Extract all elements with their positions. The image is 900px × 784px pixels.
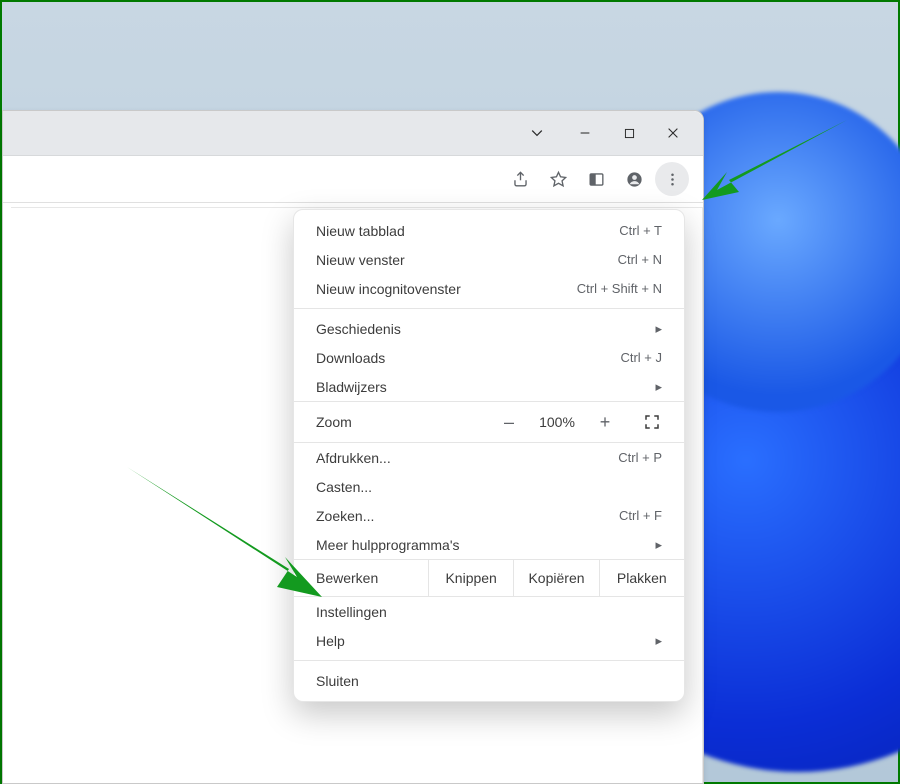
zoom-value: 100% xyxy=(532,414,582,430)
menu-item-shortcut: Ctrl + P xyxy=(618,450,662,465)
menu-item-shortcut: Ctrl + F xyxy=(619,508,662,523)
toolbar xyxy=(3,156,703,203)
close-button[interactable] xyxy=(651,118,695,148)
menu-bookmarks[interactable]: Bladwijzers ▸ xyxy=(294,372,684,401)
tabs-chevron-icon[interactable] xyxy=(519,118,555,148)
menu-item-label: Nieuw venster xyxy=(316,252,405,268)
menu-item-shortcut: Ctrl + Shift + N xyxy=(577,281,662,296)
side-panel-icon[interactable] xyxy=(579,162,613,196)
more-menu-button[interactable] xyxy=(655,162,689,196)
zoom-in-button[interactable]: + xyxy=(588,408,622,436)
menu-item-label: Meer hulpprogramma's xyxy=(316,537,460,553)
menu-item-shortcut: Ctrl + T xyxy=(619,223,662,238)
menu-item-label: Bladwijzers xyxy=(316,379,387,395)
submenu-chevron-icon: ▸ xyxy=(655,537,662,553)
menu-separator xyxy=(294,308,684,309)
menu-item-label: Casten... xyxy=(316,479,372,495)
menu-find[interactable]: Zoeken... Ctrl + F xyxy=(294,501,684,530)
menu-item-label: Geschiedenis xyxy=(316,321,401,337)
bookmark-star-icon[interactable] xyxy=(541,162,575,196)
menu-zoom-row: Zoom – 100% + xyxy=(294,401,684,443)
menu-settings[interactable]: Instellingen xyxy=(294,597,684,626)
minimize-button[interactable] xyxy=(563,118,607,148)
zoom-out-button[interactable]: – xyxy=(492,408,526,436)
menu-history[interactable]: Geschiedenis ▸ xyxy=(294,314,684,343)
menu-item-label: Nieuw tabblad xyxy=(316,223,405,239)
menu-new-window[interactable]: Nieuw venster Ctrl + N xyxy=(294,245,684,274)
menu-new-incognito[interactable]: Nieuw incognitovenster Ctrl + Shift + N xyxy=(294,274,684,303)
share-icon[interactable] xyxy=(503,162,537,196)
menu-item-label: Afdrukken... xyxy=(316,450,391,466)
submenu-chevron-icon: ▸ xyxy=(655,379,662,395)
titlebar xyxy=(3,111,703,156)
zoom-controls: – 100% + xyxy=(492,408,622,436)
fullscreen-button[interactable] xyxy=(630,413,674,431)
edit-copy-button[interactable]: Kopiëren xyxy=(513,560,598,596)
menu-item-shortcut: Ctrl + N xyxy=(618,252,662,267)
profile-icon[interactable] xyxy=(617,162,651,196)
menu-cast[interactable]: Casten... xyxy=(294,472,684,501)
menu-more-tools[interactable]: Meer hulpprogramma's ▸ xyxy=(294,530,684,559)
menu-item-label: Downloads xyxy=(316,350,385,366)
menu-help[interactable]: Help ▸ xyxy=(294,626,684,655)
submenu-chevron-icon: ▸ xyxy=(655,321,662,337)
maximize-button[interactable] xyxy=(607,118,651,148)
menu-item-label: Instellingen xyxy=(316,604,387,620)
zoom-label: Zoom xyxy=(316,414,492,430)
menu-edit-row: Bewerken Knippen Kopiëren Plakken xyxy=(294,559,684,597)
submenu-chevron-icon: ▸ xyxy=(655,633,662,649)
menu-item-label: Nieuw incognitovenster xyxy=(316,281,461,297)
menu-print[interactable]: Afdrukken... Ctrl + P xyxy=(294,443,684,472)
edit-label: Bewerken xyxy=(294,570,428,586)
edit-cut-button[interactable]: Knippen xyxy=(428,560,513,596)
menu-item-label: Zoeken... xyxy=(316,508,374,524)
menu-item-label: Help xyxy=(316,633,345,649)
menu-separator xyxy=(294,660,684,661)
edit-paste-button[interactable]: Plakken xyxy=(599,560,684,596)
menu-item-shortcut: Ctrl + J xyxy=(620,350,662,365)
menu-downloads[interactable]: Downloads Ctrl + J xyxy=(294,343,684,372)
chrome-main-menu: Nieuw tabblad Ctrl + T Nieuw venster Ctr… xyxy=(293,209,685,702)
screenshot: Nieuw tabblad Ctrl + T Nieuw venster Ctr… xyxy=(0,0,900,784)
menu-item-label: Sluiten xyxy=(316,673,359,689)
menu-new-tab[interactable]: Nieuw tabblad Ctrl + T xyxy=(294,216,684,245)
menu-exit[interactable]: Sluiten xyxy=(294,666,684,695)
